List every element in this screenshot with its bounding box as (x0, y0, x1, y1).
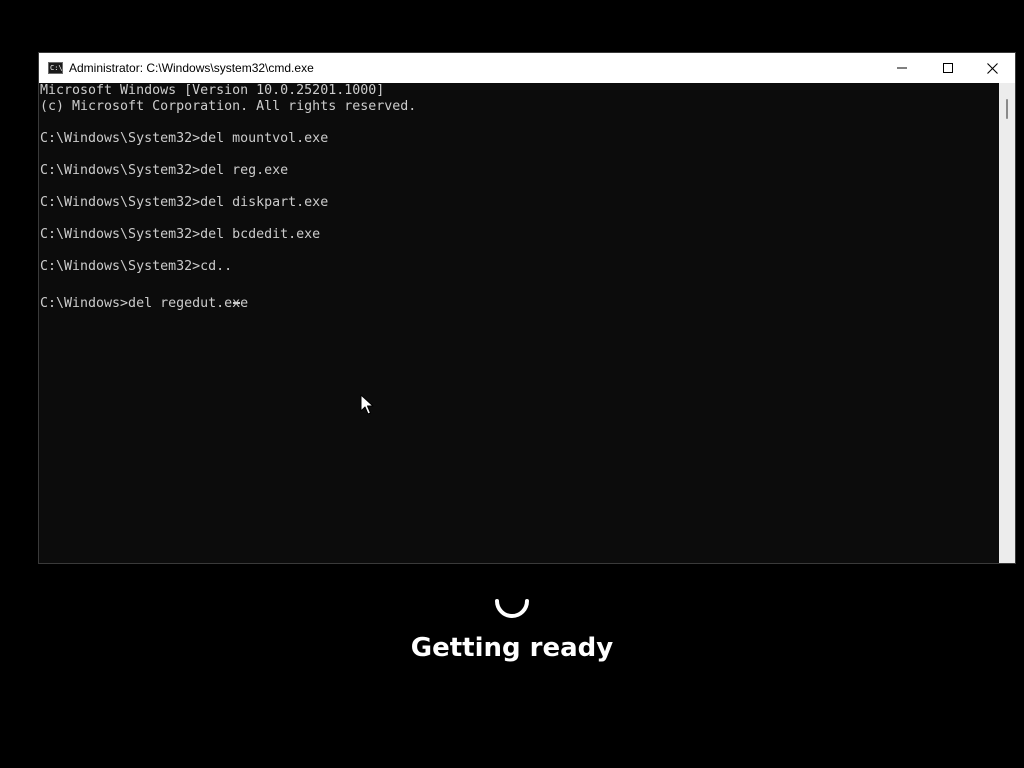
mouse-pointer-icon (360, 394, 374, 415)
console-line: Microsoft Windows [Version 10.0.25201.10… (40, 83, 385, 98)
console-line: C:\Windows\System32>del reg.exe (40, 163, 289, 178)
close-icon (986, 62, 998, 74)
vertical-scrollbar[interactable] (999, 83, 1015, 563)
console-line: C:\Windows\System32>del mountvol.exe (40, 131, 329, 146)
loading-spinner-icon (495, 599, 529, 618)
console-line: (c) Microsoft Corporation. All rights re… (40, 99, 417, 114)
screen: C:\ Administrator: C:\Windows\system32\c… (0, 0, 1024, 768)
cmd-window: C:\ Administrator: C:\Windows\system32\c… (38, 52, 1016, 564)
maximize-button[interactable] (925, 53, 971, 83)
console-line: C:\Windows\System32>cd.. (40, 259, 233, 274)
title-bar[interactable]: C:\ Administrator: C:\Windows\system32\c… (39, 53, 1015, 83)
minimize-button[interactable] (879, 53, 925, 83)
minimize-icon (897, 67, 907, 69)
console-current-line[interactable]: C:\Windows>del regedut.exe (39, 291, 999, 311)
close-button[interactable] (969, 53, 1015, 83)
scrollbar-thumb[interactable] (1006, 99, 1008, 119)
window-title: Administrator: C:\Windows\system32\cmd.e… (69, 61, 314, 75)
status-text: Getting ready (410, 633, 614, 663)
maximize-icon (943, 63, 953, 73)
console-input[interactable]: C:\Windows>del regedut.exe (40, 296, 248, 311)
cmd-icon: C:\ (48, 62, 63, 74)
console-output[interactable]: Microsoft Windows [Version 10.0.25201.10… (39, 83, 999, 563)
console-line: C:\Windows\System32>del bcdedit.exe (40, 227, 321, 242)
console-line: C:\Windows\System32>del diskpart.exe (40, 195, 329, 210)
